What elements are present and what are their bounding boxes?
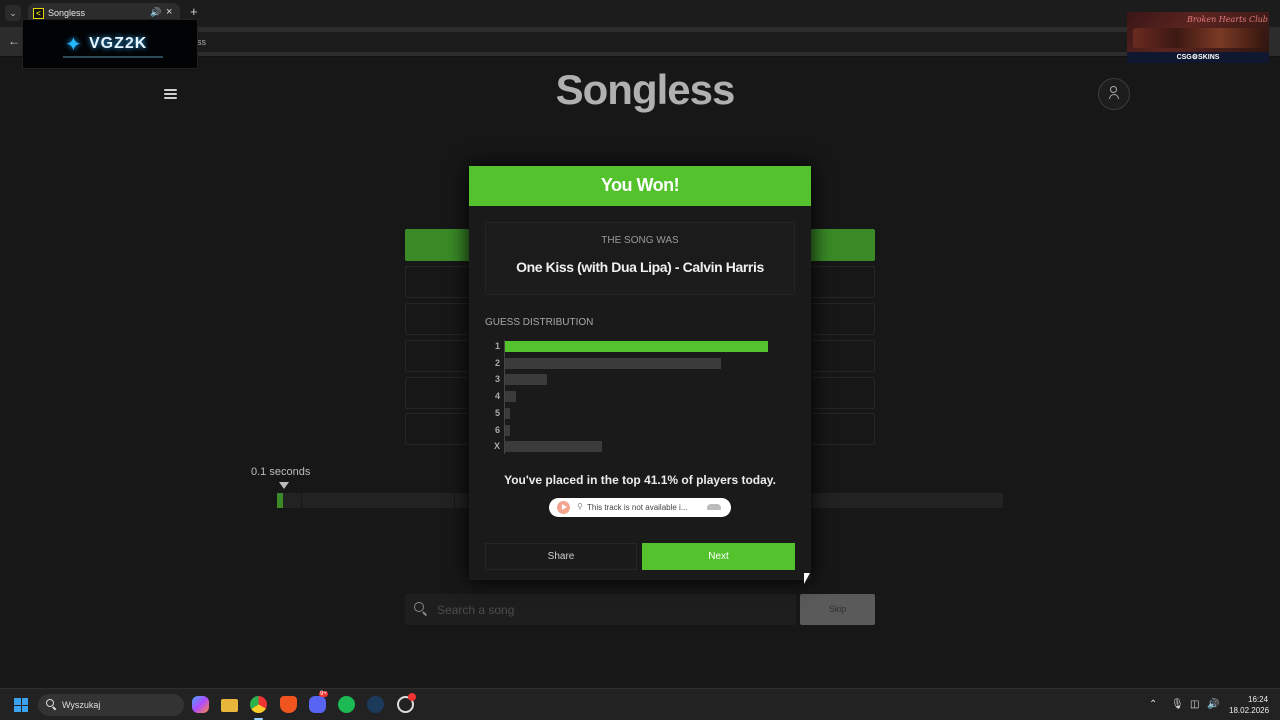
taskbar-search[interactable]: Wyszukaj (38, 694, 184, 716)
mouse-cursor-icon (804, 573, 810, 584)
clock-time[interactable]: 16:24 (1248, 695, 1268, 704)
song-search-box[interactable] (405, 594, 796, 625)
steam-icon[interactable] (367, 696, 384, 713)
taskbar-search-text: Wyszukaj (62, 700, 101, 710)
soundcloud-embed[interactable]: ⚲ This track is not available i... (549, 498, 731, 517)
streamer-logo-overlay: ✦ VGZ2K (22, 19, 198, 69)
account-button[interactable] (1098, 78, 1130, 110)
tray-chevron-up-icon[interactable]: ⌃ (1149, 699, 1157, 710)
distribution-row-label: 6 (494, 424, 500, 435)
search-icon (414, 602, 428, 616)
notification-dot (408, 693, 416, 701)
discord-icon[interactable]: 9+ (309, 691, 328, 713)
distribution-bar (505, 341, 768, 352)
tab-list-chevron-icon[interactable]: ⌄ (5, 5, 21, 21)
logo-underline (63, 56, 163, 58)
next-button[interactable]: Next (642, 543, 795, 570)
distribution-row: 6 (489, 424, 789, 437)
distribution-row: X (489, 440, 789, 453)
microphone-icon[interactable]: 🎙 (1171, 699, 1184, 710)
address-bar[interactable]: ss (175, 32, 1225, 52)
hamburger-menu-icon[interactable] (164, 89, 177, 99)
speaker-icon[interactable]: 🔊 (150, 7, 161, 18)
playhead-marker-icon (279, 482, 289, 489)
share-button[interactable]: Share (485, 543, 637, 570)
distribution-row-label: 1 (494, 341, 500, 351)
distribution-title: GUESS DISTRIBUTION (485, 317, 594, 328)
distribution-row: 1 (489, 340, 789, 353)
search-icon (46, 699, 57, 711)
user-icon (1109, 86, 1119, 101)
embed-status-text: This track is not available i... (587, 503, 688, 512)
url-text: ss (197, 37, 206, 47)
close-tab-icon[interactable]: × (166, 6, 172, 18)
distribution-bar (505, 374, 548, 386)
distribution-bar (505, 407, 511, 419)
twitter-bird-icon: ✦ (65, 34, 82, 56)
copilot-icon[interactable] (192, 696, 209, 713)
sponsor-brand: CSG⚙SKINS (1176, 54, 1220, 61)
skip-button[interactable]: Skip (800, 594, 875, 625)
discord-badge: 9+ (319, 691, 328, 697)
play-icon[interactable] (557, 501, 570, 514)
distribution-bar (505, 441, 603, 453)
guess-distribution-chart: 1 2 3 4 5 6 X (489, 340, 789, 454)
new-tab-plus-icon[interactable]: + (190, 5, 198, 19)
app-icon[interactable] (397, 693, 416, 713)
seconds-label: 0.1 seconds (251, 466, 311, 478)
distribution-row: 3 (489, 373, 789, 386)
tab-title: Songless (48, 8, 86, 18)
song-search-input[interactable] (437, 600, 787, 620)
spotify-icon[interactable] (338, 696, 355, 713)
win-modal: You Won! THE SONG WAS One Kiss (with Dua… (469, 166, 811, 580)
location-pin-icon: ⚲ (577, 502, 583, 511)
progress-divider (301, 493, 302, 508)
song-reveal-card: THE SONG WAS One Kiss (with Dua Lipa) - … (485, 222, 795, 295)
windows-start-icon[interactable] (14, 698, 28, 712)
sponsor-overlay: Broken Hearts Club CSG⚙SKINS (1127, 12, 1269, 63)
placement-text: You've placed in the top 41.1% of player… (504, 473, 776, 487)
distribution-row-label: 3 (494, 374, 500, 385)
volume-icon[interactable]: 🔊 (1207, 699, 1219, 710)
distribution-row-label: 4 (494, 391, 500, 402)
modal-title: You Won! (600, 175, 680, 195)
distribution-bar (505, 424, 511, 436)
display-icon[interactable]: ◫ (1190, 699, 1199, 710)
back-arrow-icon[interactable]: ← (8, 34, 20, 48)
songless-favicon-icon: < (33, 8, 44, 19)
sponsor-bar: CSG⚙SKINS (1127, 52, 1269, 63)
clock-date[interactable]: 18.02.2026 (1229, 706, 1269, 715)
distribution-bar (505, 357, 721, 369)
file-explorer-icon[interactable] (221, 699, 238, 712)
windows-taskbar: Wyszukaj 9+ ⌃ 🎙 ◫ 🔊 16:24 18.02.2026 (0, 688, 1280, 720)
progress-divider (454, 493, 455, 508)
distribution-bar (505, 391, 516, 403)
chrome-icon[interactable] (250, 696, 267, 713)
site-title: Songless (555, 66, 736, 113)
distribution-row: 5 (489, 407, 789, 420)
modal-header: You Won! (469, 166, 811, 206)
soundcloud-cloud-icon (707, 504, 721, 510)
song-name: One Kiss (with Dua Lipa) - Calvin Harris (516, 259, 764, 275)
sponsor-script-text: Broken Hearts Club (1187, 15, 1268, 24)
audio-progress-fill (277, 493, 283, 508)
brave-icon[interactable] (280, 696, 297, 713)
distribution-row: 2 (489, 357, 789, 370)
distribution-row-label: 2 (494, 357, 500, 368)
distribution-row: 4 (489, 390, 789, 403)
sponsor-image (1133, 28, 1263, 48)
distribution-row-label: 5 (494, 407, 500, 418)
song-label: THE SONG WAS (601, 235, 679, 246)
distribution-row-label: X (493, 441, 500, 452)
streamer-handle: VGZ2K (89, 35, 148, 52)
